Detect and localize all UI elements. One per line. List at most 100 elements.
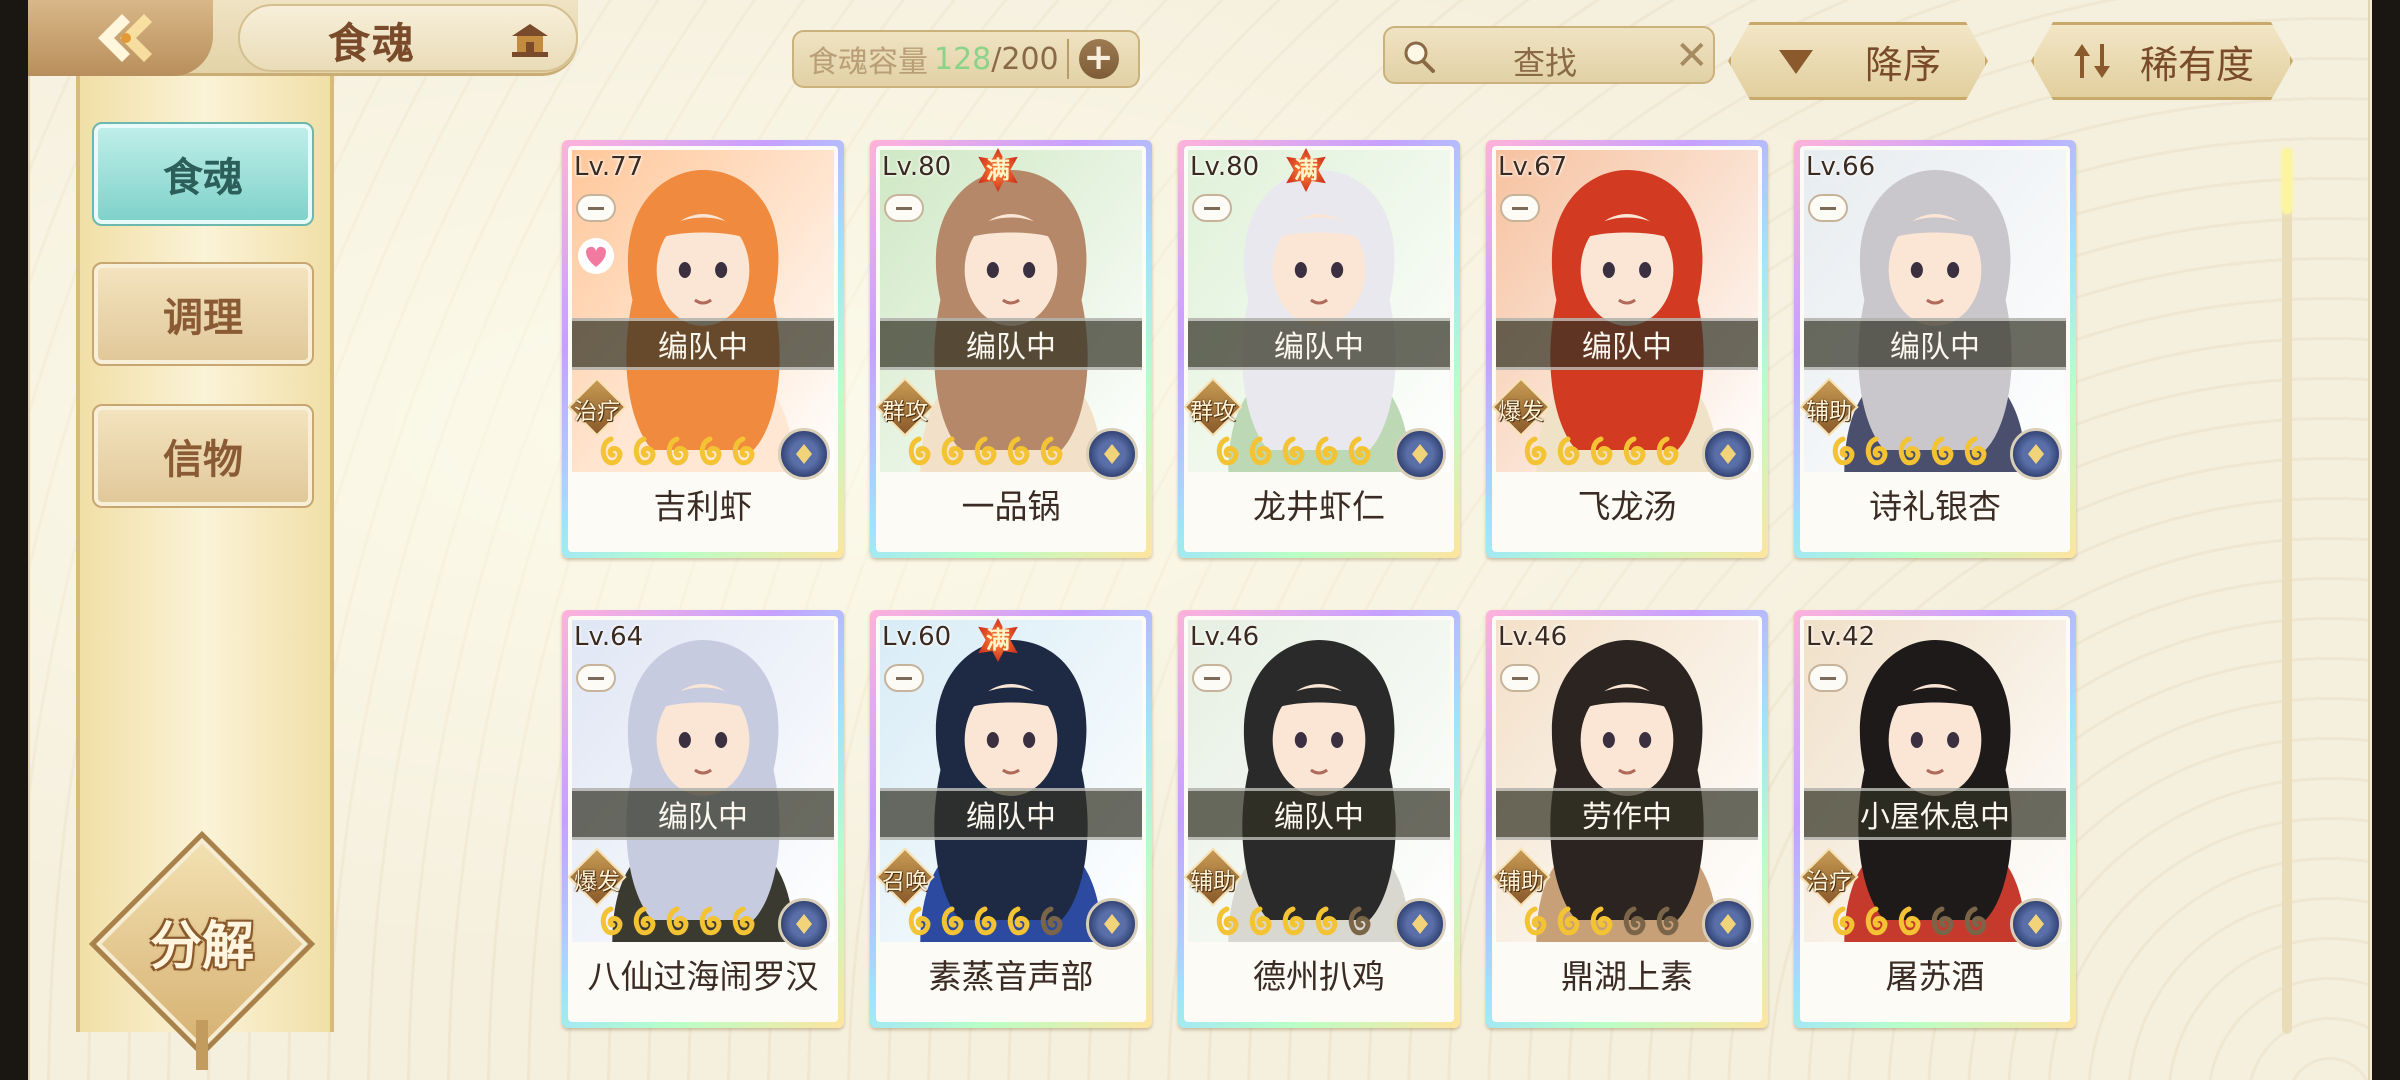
capacity-max: /200 [991, 41, 1059, 77]
star-filled-icon [1315, 906, 1338, 936]
food-soul-card[interactable]: Lv.46 劳作中辅助鼎湖上素 [1486, 610, 1768, 1028]
status-band: 编队中 [880, 788, 1142, 840]
level-label: Lv.80 [882, 152, 952, 182]
star-empty-icon [1964, 906, 1987, 936]
lock-toggle-icon[interactable] [576, 664, 616, 692]
scrollbar-thumb[interactable] [2282, 148, 2292, 214]
star-filled-icon [1524, 436, 1547, 466]
right-bezel [2372, 0, 2400, 1080]
status-band: 编队中 [1804, 318, 2066, 370]
star-empty-icon [1348, 906, 1371, 936]
back-button[interactable] [28, 0, 213, 76]
element-emblem-icon [778, 428, 830, 480]
decompose-label[interactable]: 分解 [122, 904, 282, 979]
star-filled-icon [1898, 906, 1921, 936]
capacity-divider [1066, 39, 1069, 79]
page-title: 食魂 [328, 19, 417, 68]
role-label: 爆发 [1498, 399, 1544, 425]
lock-toggle-icon[interactable] [1500, 194, 1540, 222]
role-badge: 辅助 [1184, 847, 1244, 907]
sort-order-button[interactable]: 降序 [1728, 22, 1988, 100]
star-filled-icon [1590, 906, 1613, 936]
star-filled-icon [1931, 436, 1954, 466]
star-filled-icon [633, 436, 656, 466]
triangle-down-icon [1761, 36, 1831, 86]
food-soul-card[interactable]: Lv.67 编队中 爆发 飞龙汤 [1486, 140, 1768, 558]
star-filled-icon [1040, 436, 1063, 466]
character-name: 诗礼银杏 [1869, 487, 2001, 526]
sort-key-button[interactable]: 稀有度 [2031, 22, 2293, 100]
star-filled-icon [1964, 436, 1987, 466]
tab-label: 食魂 [163, 154, 243, 201]
star-filled-icon [1282, 906, 1305, 936]
star-filled-icon [1216, 906, 1239, 936]
role-badge: 群攻 [1184, 377, 1244, 437]
star-filled-icon [1832, 906, 1855, 936]
lock-toggle-icon[interactable] [1192, 194, 1232, 222]
card-frame: Lv.64 编队中 爆发 八仙过海闹罗汉 [568, 616, 838, 1022]
star-filled-icon [908, 906, 931, 936]
element-emblem-icon [1394, 428, 1446, 480]
star-filled-icon [974, 906, 997, 936]
search-input[interactable]: 查找 [1445, 38, 1645, 84]
role-badge: 爆发 [568, 847, 628, 907]
role-label: 辅助 [1498, 869, 1544, 895]
level-label: Lv.80 [1190, 152, 1260, 182]
star-filled-icon [1898, 436, 1921, 466]
food-soul-card[interactable]: Lv.77 编队中 治疗 吉利虾 [562, 140, 844, 558]
status-band: 编队中 [1188, 318, 1450, 370]
food-soul-card[interactable]: Lv.60 满编队中 召唤 素蒸音声部 [870, 610, 1152, 1028]
role-badge: 召唤 [876, 847, 936, 907]
star-filled-icon [941, 906, 964, 936]
role-label: 群攻 [882, 399, 928, 425]
heart-icon [578, 238, 614, 274]
star-filled-icon [699, 906, 722, 936]
status-band: 劳作中 [1496, 788, 1758, 840]
star-filled-icon [1007, 906, 1030, 936]
food-soul-card[interactable]: Lv.64 编队中 爆发 八仙过海闹罗汉 [562, 610, 844, 1028]
card-frame: Lv.66 编队中 辅助 诗礼银杏 [1800, 146, 2070, 552]
element-emblem-icon [778, 898, 830, 950]
rarity-stars [1828, 906, 1990, 938]
lock-toggle-icon[interactable] [1192, 664, 1232, 692]
element-emblem-icon [2010, 898, 2062, 950]
lock-toggle-icon[interactable] [884, 194, 924, 222]
character-name: 飞龙汤 [1577, 487, 1677, 526]
level-label: Lv.46 [1498, 622, 1568, 652]
sort-key-label: 稀有度 [2140, 42, 2255, 87]
role-badge: 辅助 [1492, 847, 1552, 907]
food-soul-card[interactable]: Lv.42 小屋休息中 治疗 屠苏酒 [1794, 610, 2076, 1028]
capacity-display: 食魂容量 128 /200 + [792, 30, 1140, 88]
food-soul-card[interactable]: Lv.80 满编队中 群攻 一品锅 [870, 140, 1152, 558]
star-filled-icon [1590, 436, 1613, 466]
search-box[interactable]: 查找 ✕ [1383, 26, 1715, 84]
lock-toggle-icon[interactable] [1808, 194, 1848, 222]
role-badge: 治疗 [568, 377, 628, 437]
element-emblem-icon [1086, 898, 1138, 950]
tab-food-souls[interactable]: 食魂 [92, 122, 314, 226]
house-icon[interactable] [508, 18, 552, 62]
search-icon [1404, 41, 1435, 73]
lock-toggle-icon[interactable] [576, 194, 616, 222]
sort-order-label: 降序 [1865, 42, 1942, 87]
clear-icon[interactable]: ✕ [1675, 34, 1709, 78]
star-filled-icon [974, 436, 997, 466]
card-frame: Lv.46 编队中 辅助 德州扒鸡 [1184, 616, 1454, 1022]
lock-toggle-icon[interactable] [1500, 664, 1540, 692]
scrollbar-track[interactable] [2282, 148, 2292, 1034]
element-emblem-icon [1086, 428, 1138, 480]
food-soul-card[interactable]: Lv.46 编队中 辅助 德州扒鸡 [1178, 610, 1460, 1028]
add-capacity-button[interactable]: + [1078, 39, 1119, 79]
status-band: 编队中 [1188, 788, 1450, 840]
character-name: 鼎湖上素 [1561, 957, 1693, 996]
food-soul-card[interactable]: Lv.66 编队中 辅助 诗礼银杏 [1794, 140, 2076, 558]
lock-toggle-icon[interactable] [884, 664, 924, 692]
level-label: Lv.67 [1498, 152, 1568, 182]
star-filled-icon [1007, 436, 1030, 466]
tab-conditioning[interactable]: 调理 [92, 262, 314, 366]
star-filled-icon [1557, 906, 1580, 936]
star-filled-icon [1656, 436, 1679, 466]
lock-toggle-icon[interactable] [1808, 664, 1848, 692]
food-soul-card[interactable]: Lv.80 满编队中 群攻 龙井虾仁 [1178, 140, 1460, 558]
tab-tokens[interactable]: 信物 [92, 404, 314, 508]
